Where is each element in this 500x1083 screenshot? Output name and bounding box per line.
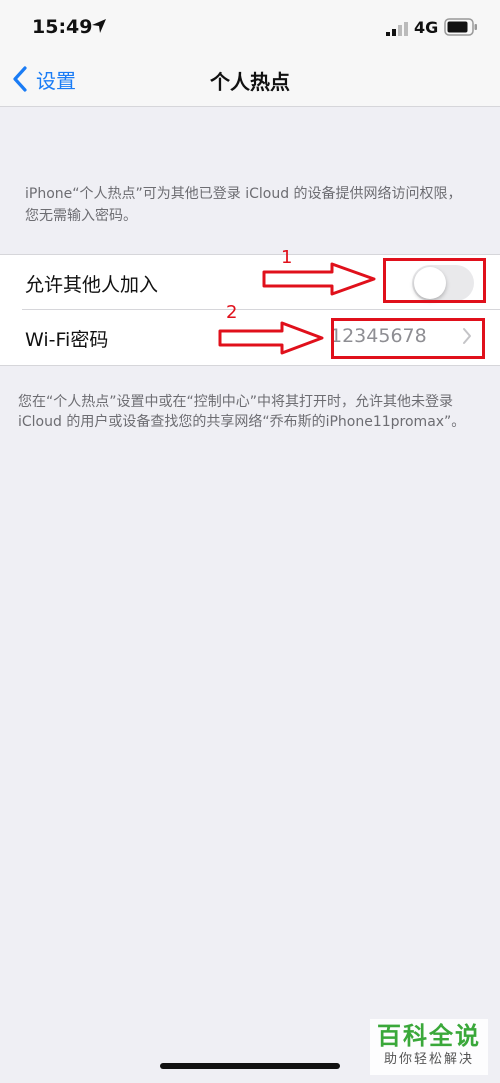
watermark-sub-text: 助你轻松解决: [383, 1052, 474, 1067]
annotation-arrow-right-icon: [262, 262, 376, 296]
annotation-box-toggle: [383, 258, 486, 303]
location-arrow-icon: [92, 19, 106, 33]
home-indicator[interactable]: [160, 1063, 340, 1069]
watermark-logo: 百科全说 助你轻松解决: [370, 1019, 488, 1075]
annotation-arrow-right-icon: [218, 321, 324, 355]
wifi-password-label: Wi-Fi密码: [25, 329, 109, 351]
battery-icon: [444, 18, 477, 36]
footer-note: 您在“个人热点”设置中或在“控制中心”中将其打开时，允许其他未登录 iCloud…: [18, 394, 466, 430]
allow-others-label: 允许其他人加入: [25, 274, 159, 296]
status-time: 15:49: [32, 16, 93, 38]
signal-icon: [386, 22, 408, 36]
watermark-main-text: 百科全说: [377, 1022, 481, 1050]
page-title: 个人热点: [210, 70, 290, 94]
status-bar: 15:49 4G: [0, 0, 500, 52]
network-type-label: 4G: [414, 18, 439, 37]
header-note: iPhone“个人热点”可为其他已登录 iCloud 的设备提供网络访问权限，您…: [25, 186, 462, 224]
annotation-box-password: [331, 318, 485, 359]
navigation-bar: 设置 个人热点: [0, 52, 500, 107]
